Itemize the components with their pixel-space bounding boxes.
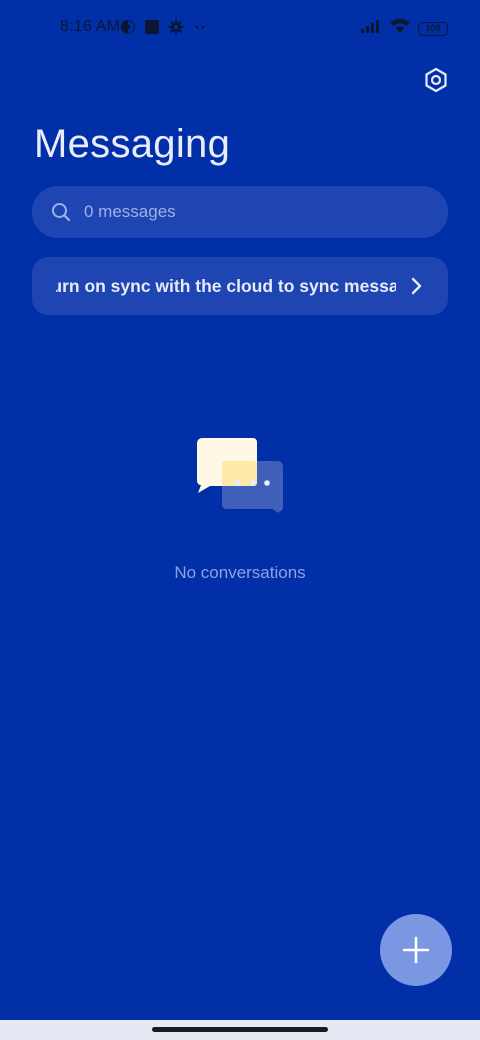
cloud-sync-banner[interactable]: Turn on sync with the cloud to sync mess… xyxy=(32,257,448,315)
vpn-icon xyxy=(120,19,136,35)
search-bar[interactable]: 0 messages xyxy=(32,186,448,238)
wifi-icon xyxy=(390,18,410,39)
battery-icon: 100 xyxy=(418,21,448,36)
chat-bubbles-icon xyxy=(196,437,286,517)
status-bar: 8:16 AM 100 xyxy=(0,0,480,56)
settings-button[interactable] xyxy=(420,64,452,96)
signal-icon xyxy=(360,19,382,38)
empty-state-text: No conversations xyxy=(174,563,306,582)
search-icon xyxy=(50,201,72,223)
home-indicator[interactable] xyxy=(152,1027,328,1032)
sync-text-container: Turn on sync with the cloud to sync mess… xyxy=(56,257,396,315)
navigation-bar xyxy=(0,1020,480,1040)
search-placeholder: 0 messages xyxy=(84,202,176,221)
status-time: 8:16 AM xyxy=(60,18,121,35)
settings-icon xyxy=(425,67,447,93)
more-dots-icon xyxy=(192,19,208,35)
new-message-button[interactable] xyxy=(380,914,452,986)
messaging-screen: 8:16 AM 100 Messaging 0 messages urn on … xyxy=(0,0,480,1020)
square-app-icon xyxy=(144,19,160,35)
status-right-icons: 100 xyxy=(360,18,448,39)
gear-notification-icon xyxy=(168,19,184,35)
plus-icon xyxy=(402,936,430,964)
sync-banner-text: Turn on sync with the cloud to sync mess… xyxy=(56,276,396,296)
chevron-right-icon xyxy=(406,276,426,296)
status-left-icons xyxy=(120,19,208,35)
page-title: Messaging xyxy=(34,122,231,166)
